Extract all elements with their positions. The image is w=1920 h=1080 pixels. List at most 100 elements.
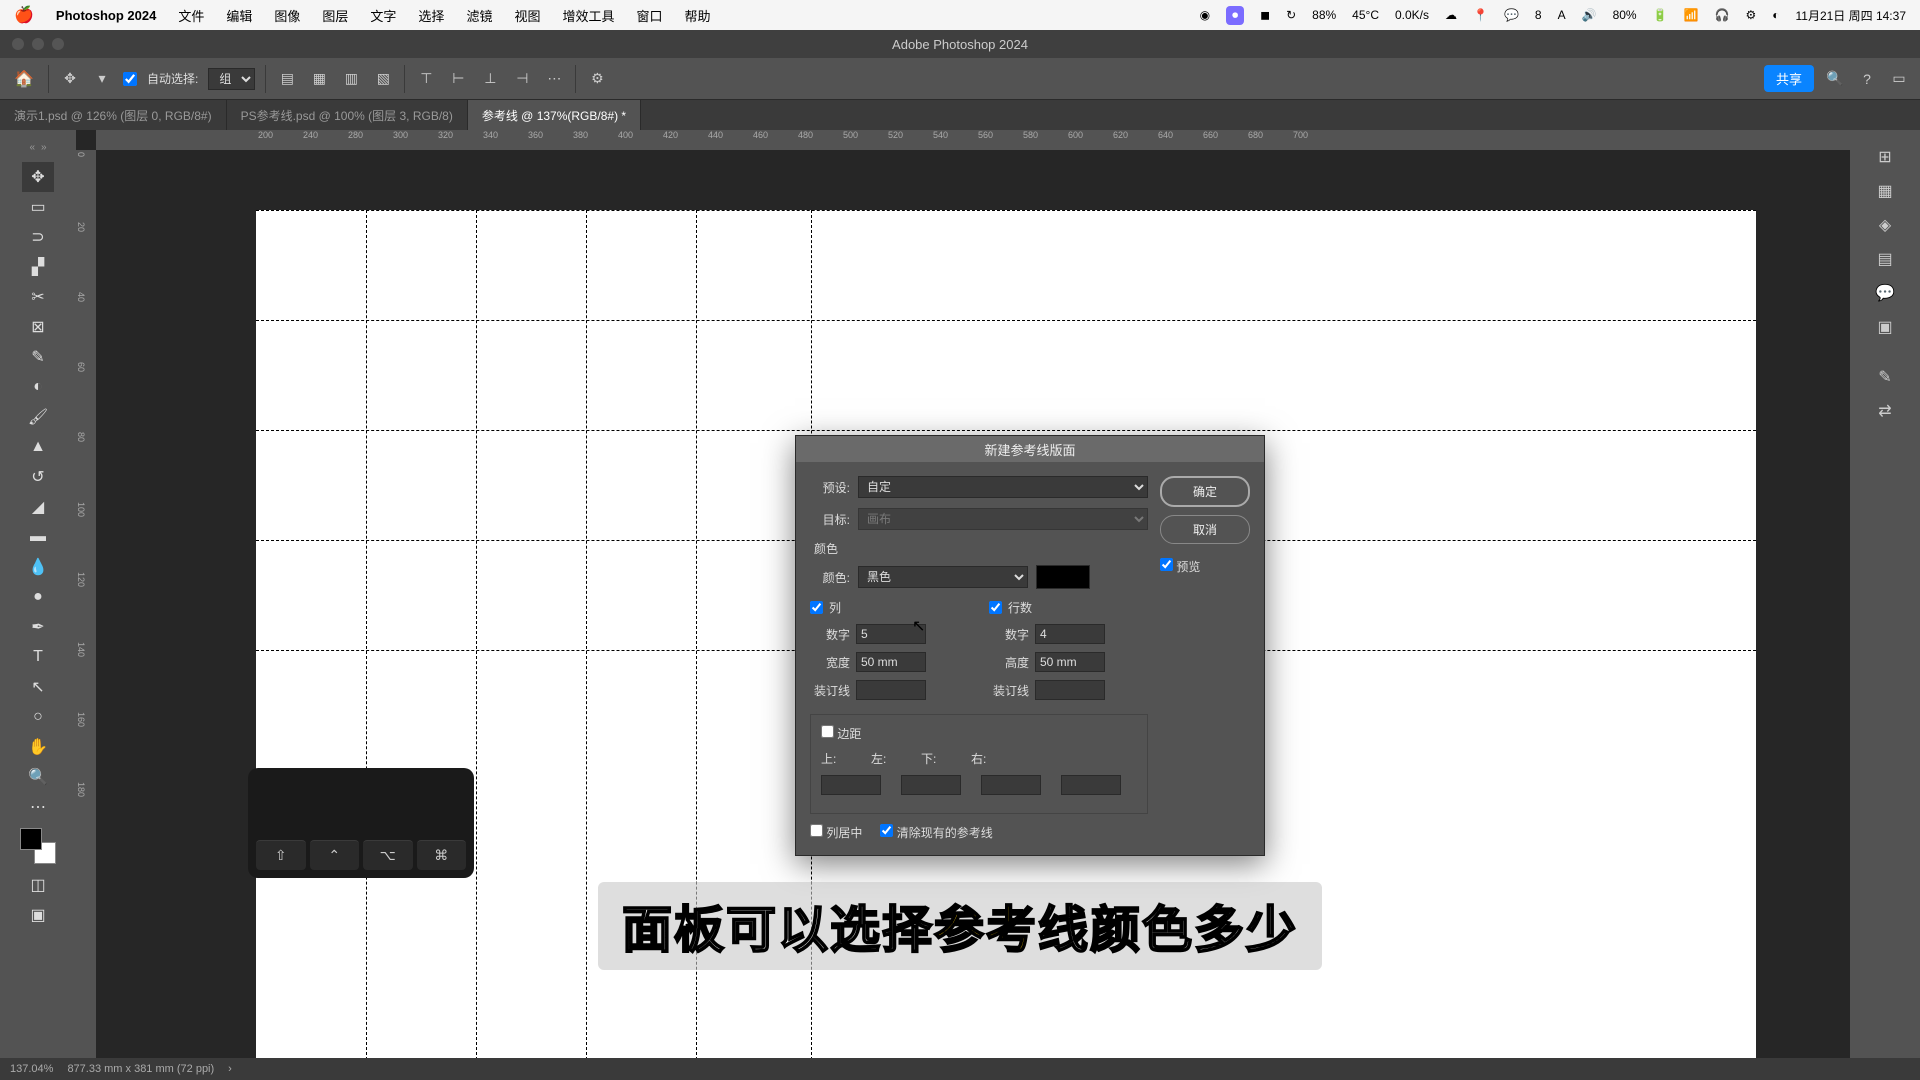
comment-icon[interactable]: 💬 (1870, 278, 1900, 308)
frame-tool[interactable]: ⊠ (22, 312, 54, 342)
crop-tool[interactable]: ✂ (22, 282, 54, 312)
color-swatch[interactable] (1036, 565, 1090, 589)
move-tool[interactable]: ✥ (22, 162, 54, 192)
cancel-button[interactable]: 取消 (1160, 515, 1250, 544)
headphone-icon[interactable]: 🎧 (1715, 8, 1730, 22)
path-tool[interactable]: ↖ (22, 672, 54, 702)
screenshot-icon[interactable]: ⏺ (1226, 6, 1244, 25)
menu-help[interactable]: 帮助 (685, 6, 711, 25)
quickmask-tool[interactable]: ◫ (22, 870, 54, 900)
preset-select[interactable]: 自定 (858, 476, 1148, 498)
columns-checkbox[interactable] (810, 601, 823, 614)
align-center-icon[interactable]: ▦ (308, 68, 330, 90)
menu-edit[interactable]: 编辑 (226, 6, 252, 25)
color-select[interactable]: 黑色 (858, 566, 1028, 588)
home-icon[interactable]: 🏠 (10, 65, 38, 93)
menu-image[interactable]: 图像 (274, 6, 300, 25)
more-icon[interactable]: ⋯ (543, 68, 565, 90)
apple-icon[interactable]: 🍎 (14, 5, 34, 25)
align-bot-icon[interactable]: ⊥ (479, 68, 501, 90)
type-tool[interactable]: T (22, 642, 54, 672)
dodge-tool[interactable]: ● (22, 582, 54, 612)
edit-toolbar[interactable]: ⋯ (22, 792, 54, 822)
rows-checkbox[interactable] (989, 601, 1002, 614)
shape-tool[interactable]: ○ (22, 702, 54, 732)
workspace-icon[interactable]: ▭ (1888, 68, 1910, 90)
control-icon[interactable]: ⚙ (1745, 8, 1756, 22)
clear-option[interactable]: 清除现有的参考线 (880, 824, 992, 841)
center-checkbox[interactable] (810, 824, 823, 837)
col-width-input[interactable] (856, 652, 926, 672)
libraries-icon[interactable]: ▣ (1870, 312, 1900, 342)
dropdown-icon[interactable]: ▾ (91, 68, 113, 90)
brush-tool[interactable]: 🖌 (22, 402, 54, 432)
color-swatches[interactable] (20, 828, 56, 864)
history-brush-tool[interactable]: ↺ (22, 462, 54, 492)
col-gutter-input[interactable] (856, 680, 926, 700)
zoom-tool[interactable]: 🔍 (22, 762, 54, 792)
swatches-icon[interactable]: ▦ (1870, 176, 1900, 206)
zoom-level[interactable]: 137.04% (10, 1063, 53, 1075)
volume-icon[interactable]: 🔊 (1582, 8, 1597, 22)
tab-0[interactable]: 演示1.psd @ 126% (图层 0, RGB/8#) (0, 100, 227, 130)
center-option[interactable]: 列居中 (810, 824, 862, 841)
pin-icon[interactable]: 📍 (1473, 8, 1488, 22)
margin-checkbox[interactable] (821, 725, 834, 738)
gradient-tool[interactable]: ▬ (22, 522, 54, 552)
search-icon[interactable]: 🔍 (1824, 68, 1846, 90)
gear-icon[interactable]: ⚙ (586, 68, 608, 90)
panel-grip[interactable]: «» (0, 142, 76, 156)
menu-select[interactable]: 选择 (418, 6, 444, 25)
align-right-icon[interactable]: ▥ (340, 68, 362, 90)
align-dist-v-icon[interactable]: ⊣ (511, 68, 533, 90)
align-left-icon[interactable]: ▤ (276, 68, 298, 90)
preview-checkbox[interactable] (1160, 558, 1173, 571)
healing-tool[interactable]: ◐ (22, 372, 54, 402)
share-button[interactable]: 共享 (1764, 65, 1814, 92)
align-dist-icon[interactable]: ▧ (372, 68, 394, 90)
traffic-lights[interactable] (12, 38, 64, 50)
dialog-title[interactable]: 新建参考线版面 (796, 436, 1264, 462)
menu-file[interactable]: 文件 (178, 6, 204, 25)
row-gutter-input[interactable] (1035, 680, 1105, 700)
wechat-icon[interactable]: 💬 (1504, 8, 1519, 22)
ok-button[interactable]: 确定 (1160, 476, 1250, 507)
selection-tool[interactable]: ▞ (22, 252, 54, 282)
tab-1[interactable]: PS参考线.psd @ 100% (图层 3, RGB/8) (227, 100, 468, 130)
stamp-tool[interactable]: ▲ (22, 432, 54, 462)
auto-select-checkbox[interactable] (123, 72, 137, 86)
move-tool-icon[interactable]: ✥ (59, 68, 81, 90)
ruler-horizontal[interactable]: 2002402803003203403603804004204404604805… (96, 130, 1850, 150)
col-count-input[interactable] (856, 624, 926, 644)
menu-plugins[interactable]: 增效工具 (562, 6, 614, 25)
eraser-tool[interactable]: ◢ (22, 492, 54, 522)
pen-tool[interactable]: ✒ (22, 612, 54, 642)
sync-icon[interactable]: ↻ (1286, 8, 1296, 22)
align-mid-icon[interactable]: ⊢ (447, 68, 469, 90)
eyedropper-tool[interactable]: ✎ (22, 342, 54, 372)
menu-window[interactable]: 窗口 (636, 6, 662, 25)
hand-tool[interactable]: ✋ (22, 732, 54, 762)
cloud-icon[interactable]: ☁ (1445, 8, 1457, 22)
status-chevron-icon[interactable]: › (228, 1063, 232, 1075)
presets-icon[interactable]: ⇄ (1870, 396, 1900, 426)
color-icon[interactable]: ◈ (1870, 210, 1900, 240)
ruler-vertical[interactable]: 020406080100120140160180 (76, 150, 96, 1058)
row-height-input[interactable] (1035, 652, 1105, 672)
preview-option[interactable]: 预览 (1160, 558, 1250, 575)
menu-filter[interactable]: 滤镜 (466, 6, 492, 25)
stop-icon[interactable]: ◼ (1260, 8, 1270, 22)
properties-icon[interactable]: ⊞ (1870, 142, 1900, 172)
auto-select-type[interactable]: 组 (208, 68, 255, 90)
blur-tool[interactable]: 💧 (22, 552, 54, 582)
layers-icon[interactable]: ▤ (1870, 244, 1900, 274)
adjustments-icon[interactable]: ✎ (1870, 362, 1900, 392)
align-top-icon[interactable]: ⊤ (415, 68, 437, 90)
menu-layer[interactable]: 图层 (322, 6, 348, 25)
battery-icon[interactable]: 🔋 (1653, 8, 1668, 22)
doc-info[interactable]: 877.33 mm x 381 mm (72 ppi) (67, 1063, 214, 1075)
lasso-tool[interactable]: ⊃ (22, 222, 54, 252)
marquee-tool[interactable]: ▭ (22, 192, 54, 222)
row-count-input[interactable] (1035, 624, 1105, 644)
clear-checkbox[interactable] (880, 824, 893, 837)
